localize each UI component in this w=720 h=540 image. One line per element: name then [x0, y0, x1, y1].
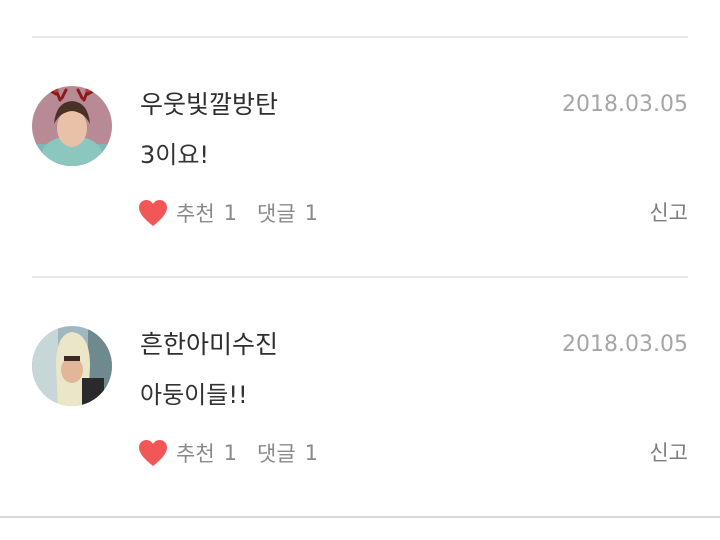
user-avatar[interactable]	[32, 86, 112, 166]
heart-icon[interactable]	[138, 439, 168, 467]
like-count: 1	[223, 201, 238, 225]
report-button[interactable]: 신고	[649, 438, 688, 468]
report-button[interactable]: 신고	[649, 198, 688, 228]
user-avatar[interactable]	[32, 326, 112, 406]
divider	[32, 36, 688, 38]
comment-item: 우웃빛깔방탄 2018.03.05 3이요! 추천 1 댓글 1 신고	[0, 86, 720, 286]
like-button[interactable]: 추천	[176, 438, 215, 468]
reply-button[interactable]: 댓글	[257, 438, 296, 468]
comment-list: 우웃빛깔방탄 2018.03.05 3이요! 추천 1 댓글 1 신고 흔한아미…	[0, 0, 720, 540]
comment-date: 2018.03.05	[562, 332, 688, 357]
divider	[0, 516, 720, 518]
like-button[interactable]: 추천	[176, 198, 215, 228]
comment-item: 흔한아미수진 2018.03.05 아둥이들!! 추천 1 댓글 1 신고	[0, 326, 720, 526]
comment-actions: 추천 1 댓글 1	[138, 436, 318, 470]
like-count: 1	[223, 441, 238, 465]
username[interactable]: 우웃빛깔방탄	[140, 88, 278, 122]
reply-button[interactable]: 댓글	[257, 198, 296, 228]
username[interactable]: 흔한아미수진	[140, 328, 278, 362]
reply-count: 1	[304, 201, 319, 225]
comment-actions: 추천 1 댓글 1	[138, 196, 318, 230]
comment-text: 3이요!	[140, 141, 210, 169]
avatar-photo	[32, 86, 112, 166]
comment-text: 아둥이들!!	[140, 381, 248, 409]
divider	[32, 276, 688, 278]
avatar-photo	[32, 326, 112, 406]
reply-count: 1	[304, 441, 319, 465]
heart-icon[interactable]	[138, 199, 168, 227]
comment-date: 2018.03.05	[562, 92, 688, 117]
